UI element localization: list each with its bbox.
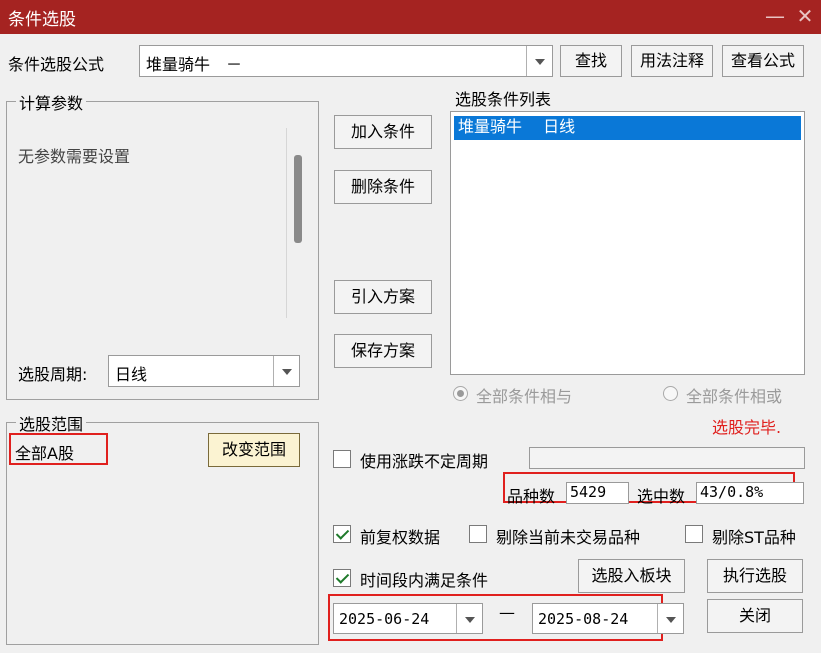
use-irregular-period-label: 使用涨跌不定周期 [360,452,489,471]
formula-select[interactable]: 堆量骑牛 － [139,45,553,77]
save-scheme-button[interactable]: 保存方案 [334,334,432,368]
chevron-down-icon[interactable] [273,356,299,386]
chevron-down-icon[interactable] [456,604,482,633]
end-date-value: 2025-08-24 [538,610,629,628]
close-icon[interactable]: ✕ [792,3,818,29]
add-condition-button[interactable]: 加入条件 [334,115,432,149]
forward-adjust-checkbox[interactable] [333,525,351,543]
count-value: 5429 [566,482,629,504]
close-button[interactable]: 关闭 [707,599,803,633]
view-formula-button[interactable]: 查看公式 [722,45,804,77]
progress-bar [529,447,805,469]
chevron-down-icon[interactable] [657,604,683,633]
title-bar [0,0,821,34]
change-range-button[interactable]: 改变范围 [208,433,300,467]
radio-or[interactable] [663,386,678,401]
time-range-label: 时间段内满足条件 [360,571,489,590]
minimize-icon[interactable]: — [762,3,788,29]
condition-list-label: 选股条件列表 [455,90,552,109]
condition-list-item[interactable]: 堆量骑牛 日线 [454,116,801,140]
time-range-checkbox[interactable] [333,569,351,587]
period-label: 选股周期: [18,365,88,384]
condition-list[interactable]: 堆量骑牛 日线 [450,111,805,375]
exclude-st-checkbox[interactable] [685,525,703,543]
formula-label: 条件选股公式 [8,55,105,74]
calc-params-legend: 计算参数 [16,90,87,114]
forward-adjust-label: 前复权数据 [360,528,441,547]
import-scheme-button[interactable]: 引入方案 [334,280,432,314]
period-select[interactable]: 日线 [108,355,300,387]
delete-condition-button[interactable]: 删除条件 [334,170,432,204]
params-scrollbar[interactable] [294,155,302,243]
condition-period: 日线 [543,117,576,136]
end-date-picker[interactable]: 2025-08-24 [532,603,684,634]
date-separator: — [499,603,515,622]
usage-notes-button[interactable]: 用法注释 [631,45,713,77]
find-button[interactable]: 查找 [560,45,622,77]
use-irregular-period-checkbox[interactable] [333,450,351,468]
exclude-not-trading-checkbox[interactable] [469,525,487,543]
status-message: 选股完毕. [712,418,782,437]
exclude-st-label: 剔除ST品种 [712,528,796,547]
add-to-block-button[interactable]: 选股入板块 [578,559,685,593]
condition-name: 堆量骑牛 [458,117,523,136]
range-legend: 选股范围 [16,411,87,435]
selected-label: 选中数 [637,487,686,506]
window-title: 条件选股 [8,10,76,30]
start-date-value: 2025-06-24 [339,610,430,628]
execute-button[interactable]: 执行选股 [707,559,803,593]
radio-or-label: 全部条件相或 [686,387,783,406]
radio-and-label: 全部条件相与 [476,387,573,406]
period-select-value: 日线 [115,365,148,384]
params-divider [286,128,287,318]
count-label: 品种数 [507,487,556,506]
formula-select-value: 堆量骑牛 － [146,55,243,74]
radio-and[interactable] [453,386,468,401]
exclude-not-trading-label: 剔除当前未交易品种 [496,528,641,547]
no-params-text: 无参数需要设置 [18,147,131,166]
selected-value: 43/0.8% [696,482,804,504]
start-date-picker[interactable]: 2025-06-24 [333,603,483,634]
range-value: 全部A股 [15,444,74,463]
chevron-down-icon[interactable] [526,46,552,76]
